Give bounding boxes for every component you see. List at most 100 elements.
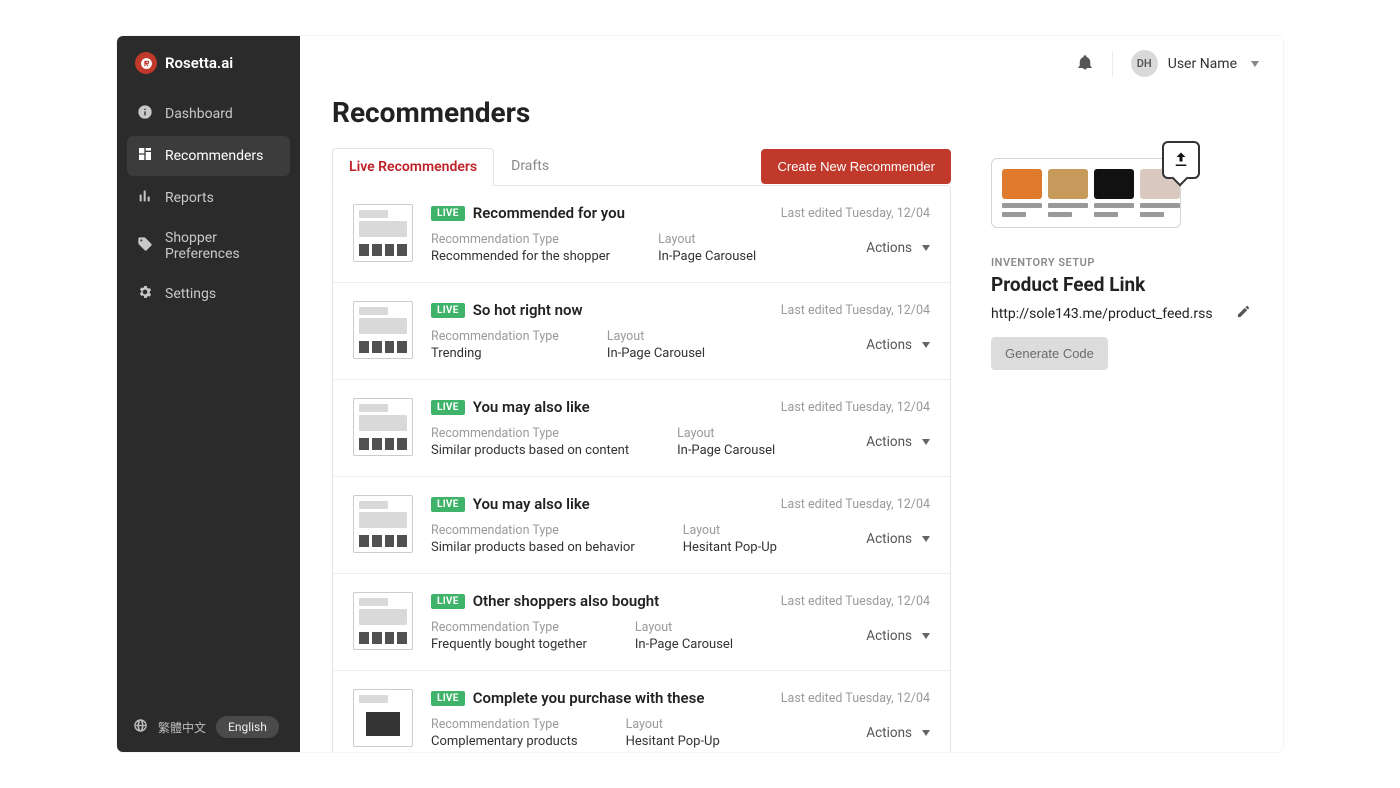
status-badge: LIVE — [431, 400, 465, 415]
brand: Rosetta.ai — [117, 36, 300, 86]
nav-icon — [137, 284, 153, 304]
recommender-thumbnail — [353, 204, 413, 262]
nav-icon — [137, 104, 153, 124]
actions-label: Actions — [866, 531, 912, 547]
tab-live-recommenders[interactable]: Live Recommenders — [332, 148, 494, 186]
sidebar-item-reports[interactable]: Reports — [127, 178, 290, 218]
inventory-overline: INVENTORY SETUP — [991, 256, 1251, 269]
layout-value: In-Page Carousel — [677, 443, 775, 458]
recommender-row: LIVEYou may also likeLast edited Tuesday… — [333, 477, 950, 574]
sidebar-item-label: Settings — [165, 286, 216, 302]
rec-type-label: Recommendation Type — [431, 717, 578, 732]
layout-value: In-Page Carousel — [635, 637, 733, 652]
sidebar-item-recommenders[interactable]: Recommenders — [127, 136, 290, 176]
last-edited: Last edited Tuesday, 12/04 — [781, 303, 930, 318]
tab-drafts[interactable]: Drafts — [494, 147, 566, 185]
edit-icon[interactable] — [1236, 304, 1251, 323]
actions-label: Actions — [866, 337, 912, 353]
create-recommender-button[interactable]: Create New Recommender — [761, 149, 951, 184]
sidebar-item-shopper-preferences[interactable]: Shopper Preferences — [127, 220, 290, 272]
layout-value: In-Page Carousel — [607, 346, 705, 361]
rec-type-label: Recommendation Type — [431, 329, 559, 344]
status-badge: LIVE — [431, 206, 465, 221]
chevron-down-icon — [922, 342, 930, 348]
actions-dropdown[interactable]: Actions — [866, 434, 930, 450]
recommender-row: LIVEOther shoppers also boughtLast edite… — [333, 574, 950, 671]
recommender-title: You may also like — [473, 398, 590, 416]
sidebar-item-dashboard[interactable]: Dashboard — [127, 94, 290, 134]
topbar: DH User Name — [300, 36, 1283, 92]
layout-label: Layout — [607, 329, 705, 344]
recommender-row: LIVE You may also like Last edited Tuesday… — [333, 380, 950, 477]
actions-dropdown[interactable]: Actions — [866, 725, 930, 741]
rec-type-label: Recommendation Type — [431, 426, 629, 441]
rec-type-value: Trending — [431, 346, 559, 361]
rec-type-value: Complementary products — [431, 734, 578, 749]
recommender-row: LIVESo hot right nowLast edited Tuesday,… — [333, 283, 950, 380]
status-badge: LIVE — [431, 594, 465, 609]
recommender-title: Complete you purchase with these — [473, 689, 705, 707]
rec-type-label: Recommendation Type — [431, 232, 610, 247]
layout-label: Layout — [683, 523, 777, 538]
sidebar-item-label: Reports — [165, 190, 214, 206]
chevron-down-icon — [922, 439, 930, 445]
preview-product — [1048, 169, 1088, 217]
sidebar: Rosetta.ai Dashboard Recommenders Reports S… — [117, 36, 300, 752]
chevron-down-icon — [922, 245, 930, 251]
actions-dropdown[interactable]: Actions — [866, 240, 930, 256]
last-edited: Last edited Tuesday, 12/04 — [781, 400, 930, 415]
recommender-thumbnail — [353, 689, 413, 747]
layout-label: Layout — [626, 717, 720, 732]
sidebar-item-label: Dashboard — [165, 106, 233, 122]
status-badge: LIVE — [431, 691, 465, 706]
recommender-row: LIVE Complete you purchase with these Last… — [333, 671, 950, 752]
nav-icon — [137, 188, 153, 208]
layout-label: Layout — [635, 620, 733, 635]
layout-value: In-Page Carousel — [658, 249, 756, 264]
inventory-title: Product Feed Link — [991, 273, 1251, 296]
actions-dropdown[interactable]: Actions — [866, 628, 930, 644]
last-edited: Last edited Tuesday, 12/04 — [781, 497, 930, 512]
last-edited: Last edited Tuesday, 12/04 — [781, 206, 930, 221]
chevron-down-icon — [1251, 61, 1259, 67]
user-menu[interactable]: DH User Name — [1131, 50, 1259, 77]
recommender-title: Recommended for you — [473, 204, 625, 222]
rec-type-label: Recommendation Type — [431, 620, 587, 635]
nav-icon — [137, 146, 153, 166]
recommender-thumbnail — [353, 495, 413, 553]
last-edited: Last edited Tuesday, 12/04 — [781, 594, 930, 609]
layout-label: Layout — [677, 426, 775, 441]
chevron-down-icon — [922, 730, 930, 736]
sidebar-item-settings[interactable]: Settings — [127, 274, 290, 314]
actions-dropdown[interactable]: Actions — [866, 531, 930, 547]
page-title: Recommenders — [332, 96, 951, 129]
sidebar-item-label: Recommenders — [165, 148, 263, 164]
inventory-panel: INVENTORY SETUP Product Feed Link http:/… — [991, 92, 1251, 732]
status-badge: LIVE — [431, 303, 465, 318]
brand-name: Rosetta.ai — [165, 54, 233, 72]
last-edited: Last edited Tuesday, 12/04 — [781, 691, 930, 706]
actions-label: Actions — [866, 434, 912, 450]
main: DH User Name Recommenders Live Recommend… — [300, 36, 1283, 752]
product-feed-preview — [991, 158, 1181, 228]
generate-code-button[interactable]: Generate Code — [991, 337, 1108, 370]
actions-label: Actions — [866, 725, 912, 741]
preview-product — [1002, 169, 1042, 217]
recommender-list: LIVE Recommended for you Last edited Tuesd… — [332, 185, 951, 752]
recommender-row: LIVE Recommended for you Last edited Tuesd… — [333, 186, 950, 283]
sidebar-nav: Dashboard Recommenders Reports Shopper Pref… — [117, 86, 300, 314]
language-alt[interactable]: 繁體中文 — [158, 719, 206, 736]
layout-value: Hesitant Pop-Up — [626, 734, 720, 749]
rec-type-value: Similar products based on behavior — [431, 540, 635, 555]
feed-url: http://sole143.me/product_feed.rss — [991, 306, 1213, 322]
nav-icon — [137, 236, 153, 256]
layout-value: Hesitant Pop-Up — [683, 540, 777, 555]
globe-icon — [133, 718, 148, 736]
sidebar-footer: 繁體中文 English — [117, 702, 300, 752]
actions-label: Actions — [866, 628, 912, 644]
recommender-thumbnail — [353, 592, 413, 650]
language-current[interactable]: English — [216, 716, 279, 738]
actions-dropdown[interactable]: Actions — [866, 337, 930, 353]
rec-type-label: Recommendation Type — [431, 523, 635, 538]
notifications-icon[interactable] — [1076, 53, 1094, 75]
